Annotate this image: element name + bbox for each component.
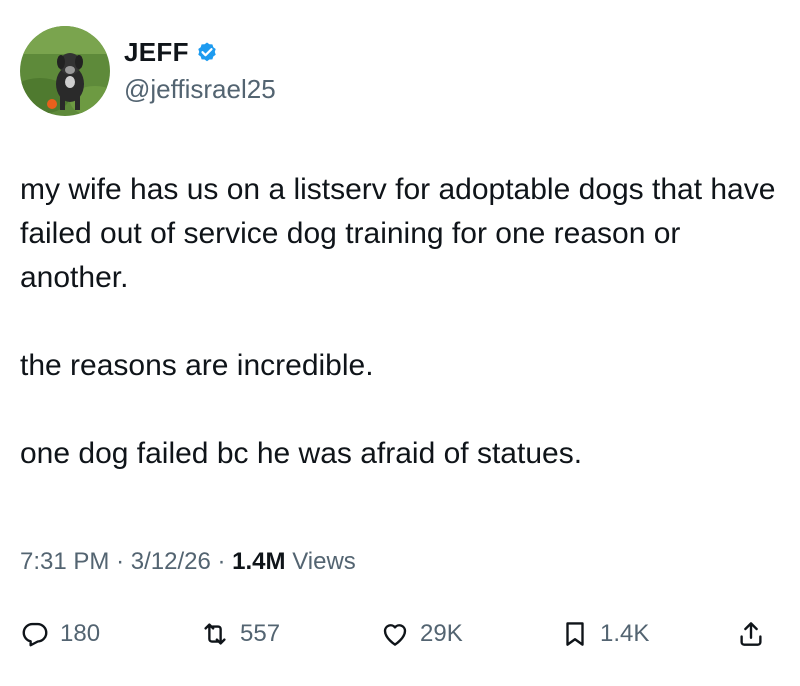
retweet-button[interactable]: 557 xyxy=(200,614,280,654)
meta-separator: · xyxy=(217,548,226,575)
author-names: JEFF @jeffisrael25 xyxy=(124,37,276,105)
tweet-date[interactable]: 3/12/26 xyxy=(131,548,211,575)
views-count: 1.4M xyxy=(232,548,286,575)
views-label: Views xyxy=(292,548,356,575)
tweet-time[interactable]: 7:31 PM xyxy=(20,548,109,575)
bookmark-count: 1.4K xyxy=(600,620,650,647)
verified-badge-icon[interactable] xyxy=(195,41,219,65)
like-count: 29K xyxy=(420,620,463,647)
retweet-count: 557 xyxy=(240,620,281,647)
reply-icon xyxy=(22,622,48,647)
display-name-row: JEFF xyxy=(124,37,276,68)
display-name[interactable]: JEFF xyxy=(124,37,189,68)
meta-separator: · xyxy=(116,548,125,575)
dog-photo-icon xyxy=(20,26,110,116)
user-handle[interactable]: @jeffisrael25 xyxy=(124,74,276,105)
tweet-header: JEFF @jeffisrael25 xyxy=(20,26,276,116)
share-icon xyxy=(740,622,762,646)
action-bar: 180 557 29K 1.4K xyxy=(20,614,780,654)
bookmark-button[interactable]: 1.4K xyxy=(560,614,649,654)
like-button[interactable]: 29K xyxy=(380,614,463,654)
tweet-meta: 7:31 PM · 3/12/26 · 1.4M Views xyxy=(20,548,356,576)
tweet-text: my wife has us on a listserv for adoptab… xyxy=(20,168,790,476)
share-button[interactable] xyxy=(736,614,766,654)
tweet-paragraph: my wife has us on a listserv for adoptab… xyxy=(20,173,776,294)
tweet-paragraph: the reasons are incredible. xyxy=(20,349,374,382)
bookmark-icon xyxy=(566,622,584,646)
retweet-icon xyxy=(204,623,226,645)
avatar[interactable] xyxy=(20,26,110,116)
reply-count: 180 xyxy=(60,620,101,647)
tweet-paragraph: one dog failed bc he was afraid of statu… xyxy=(20,437,583,470)
reply-button[interactable]: 180 xyxy=(20,614,100,654)
heart-icon xyxy=(383,624,407,646)
